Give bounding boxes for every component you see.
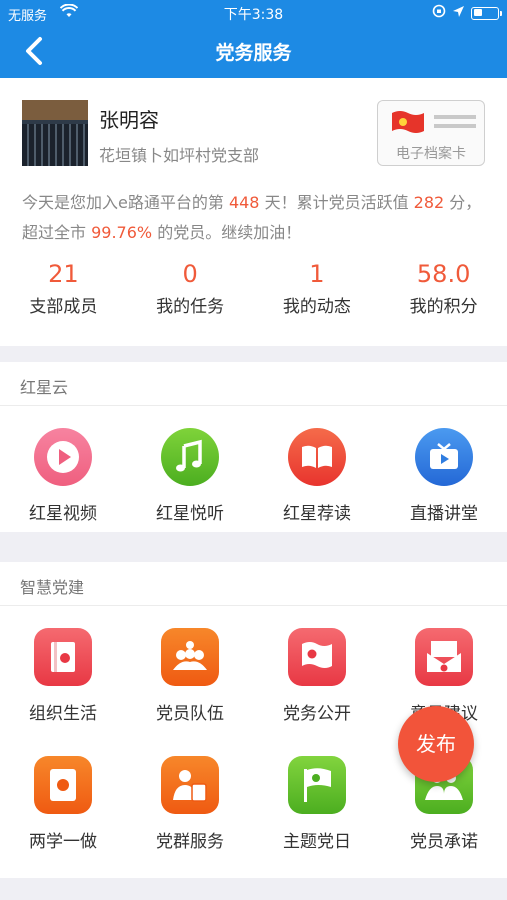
orientation-lock-icon: [432, 4, 446, 22]
party-flag-icon: [390, 109, 426, 141]
grid-item-party-mass-service[interactable]: 党群服务: [127, 756, 253, 852]
status-bar: 无服务 下午3:38: [0, 0, 507, 26]
e-dossier-card-button[interactable]: 电子档案卡: [377, 100, 485, 166]
stat-branch-members[interactable]: 21 支部成员: [0, 258, 127, 328]
activity-summary: 今天是您加入e路通平台的第 448 天！累计党员活跃值 282 分，超过全市 9…: [22, 193, 482, 242]
party-book-icon: [34, 628, 92, 686]
study-book-icon: [34, 756, 92, 814]
grid-item-red-star-reading[interactable]: 红星荐读: [254, 428, 380, 524]
stat-my-posts[interactable]: 1 我的动态: [254, 258, 381, 328]
green-flag-icon: [288, 756, 346, 814]
page-title: 党务服务: [215, 42, 292, 64]
stat-my-tasks[interactable]: 0 我的任务: [127, 258, 254, 328]
user-name: 张明容: [99, 108, 159, 132]
grid-item-party-affairs-open[interactable]: 党务公开: [254, 628, 380, 724]
red-star-cloud-grid: 红星视频 红星悦听 红星荐读 直播讲堂: [0, 406, 507, 532]
clock-time: 下午3:38: [223, 7, 284, 23]
grid-item-red-star-video[interactable]: 红星视频: [0, 428, 126, 524]
grid-item-red-star-listen[interactable]: 红星悦听: [127, 428, 253, 524]
party-flag-icon: [288, 628, 346, 686]
music-note-icon: [161, 428, 219, 486]
join-days: 448: [228, 193, 260, 212]
section-header-red-star-cloud: 红星云: [0, 362, 507, 406]
branch-name: 花垣镇卜如坪村党支部: [99, 146, 260, 165]
top-bar: 无服务 下午3:38 党务服务: [0, 0, 507, 78]
profile-card: 张明容 花垣镇卜如坪村党支部 电子档案卡 今天是您加入e路通平台的第 448 天…: [0, 78, 507, 346]
stat-my-points[interactable]: 58.0 我的积分: [380, 258, 507, 328]
party-members-icon: [161, 628, 219, 686]
battery-icon: [471, 6, 502, 20]
avatar[interactable]: [22, 100, 88, 166]
grid-item-organization-life[interactable]: 组织生活: [0, 628, 126, 724]
grid-item-live-lecture[interactable]: 直播讲堂: [381, 428, 507, 524]
suggestion-mail-icon: [415, 628, 473, 686]
e-dossier-card-label: 电子档案卡: [396, 146, 466, 162]
rank-percent: 99.76%: [91, 223, 153, 242]
open-book-icon: [288, 428, 346, 486]
service-person-icon: [161, 756, 219, 814]
section-header-smart-party: 智慧党建: [0, 562, 507, 606]
grid-item-theme-party-day[interactable]: 主题党日: [254, 756, 380, 852]
grid-item-party-members[interactable]: 党员队伍: [127, 628, 253, 724]
grid-item-two-studies[interactable]: 两学一做: [0, 756, 126, 852]
tv-live-icon: [415, 428, 473, 486]
stats-row: 21 支部成员 0 我的任务 1 我的动态 58.0 我的积分: [0, 258, 507, 328]
video-play-icon: [34, 428, 92, 486]
location-arrow-icon: [452, 5, 465, 22]
activity-score: 282: [413, 193, 445, 212]
publish-fab-button[interactable]: 发布: [398, 706, 474, 782]
